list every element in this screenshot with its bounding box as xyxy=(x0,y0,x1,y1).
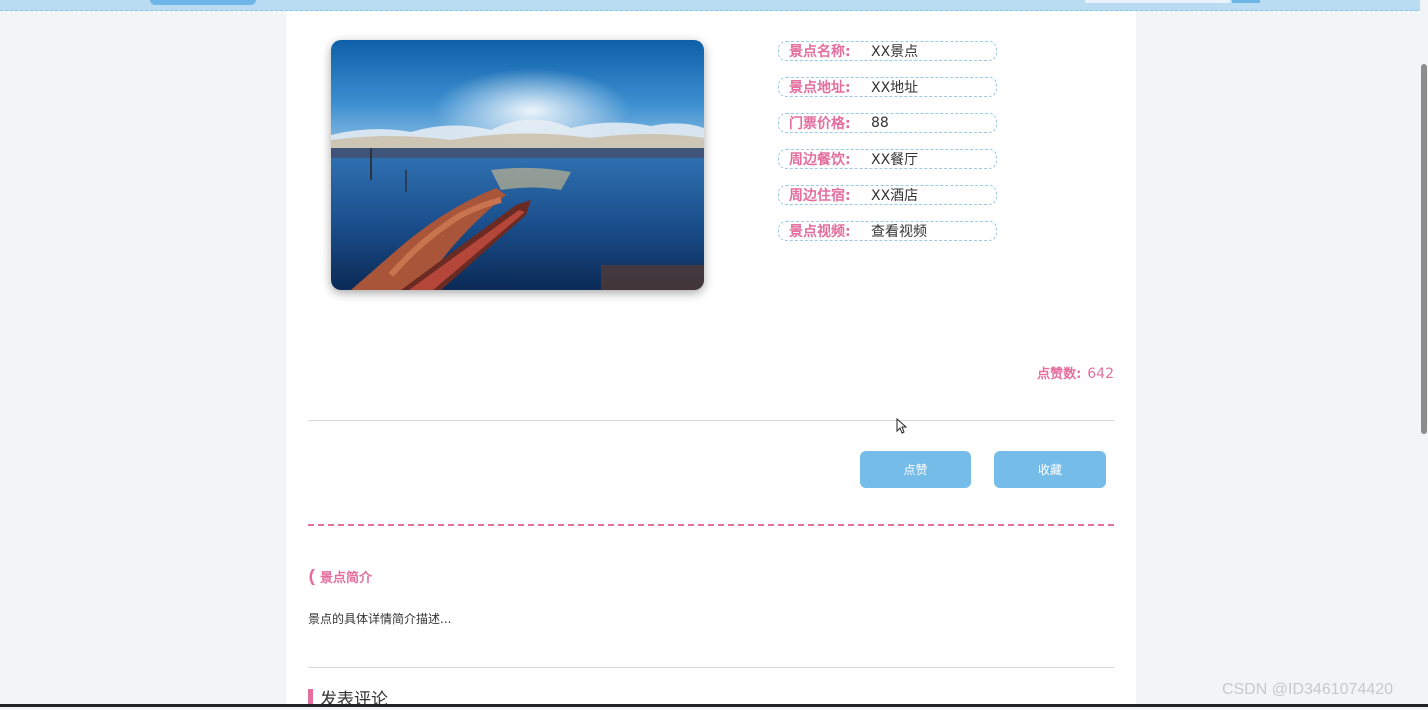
detail-row-dining: 周边餐饮: XX餐厅 xyxy=(778,149,997,169)
like-count: 点赞数: 642 xyxy=(1037,363,1114,382)
intro-section-header: 景点简介 xyxy=(308,567,372,586)
like-count-label: 点赞数: xyxy=(1037,367,1082,382)
intro-title: 景点简介 xyxy=(320,571,373,586)
detail-value: XX地址 xyxy=(871,80,919,96)
top-nav-bar xyxy=(0,0,1428,11)
detail-value: XX景点 xyxy=(871,44,919,60)
divider xyxy=(308,420,1114,421)
detail-row-address: 景点地址: XX地址 xyxy=(778,77,997,97)
scrollbar[interactable] xyxy=(1420,0,1428,707)
dashed-divider xyxy=(308,524,1114,526)
scenic-spot-photo xyxy=(331,40,704,290)
search-input[interactable] xyxy=(1085,0,1230,3)
search-button[interactable] xyxy=(1232,0,1260,3)
like-count-value: 642 xyxy=(1087,366,1114,382)
cursor-icon xyxy=(896,418,907,434)
view-video-link[interactable]: 查看视频 xyxy=(871,221,927,241)
detail-label: 门票价格: xyxy=(789,116,851,132)
lake-boat-image xyxy=(331,40,704,290)
detail-list: 景点名称: XX景点 景点地址: XX地址 门票价格: 88 周边餐饮: XX餐… xyxy=(778,41,997,257)
detail-label: 景点名称: xyxy=(789,44,851,60)
detail-label: 景点视频: xyxy=(789,224,851,240)
detail-label: 景点地址: xyxy=(789,80,851,96)
detail-panel: 景点名称: XX景点 景点地址: XX地址 门票价格: 88 周边餐饮: XX餐… xyxy=(286,11,1136,710)
detail-row-video[interactable]: 景点视频: 查看视频 xyxy=(778,221,997,241)
detail-row-price: 门票价格: 88 xyxy=(778,113,997,133)
detail-value: XX餐厅 xyxy=(871,152,919,168)
scrollbar-thumb[interactable] xyxy=(1421,64,1427,434)
detail-value: 88 xyxy=(871,115,889,131)
detail-label: 周边餐饮: xyxy=(789,152,851,168)
like-button[interactable]: 点赞 xyxy=(860,451,971,488)
active-tab-indicator[interactable] xyxy=(150,0,256,5)
detail-row-lodging: 周边住宿: XX酒店 xyxy=(778,185,997,205)
favorite-button[interactable]: 收藏 xyxy=(994,451,1106,488)
bracket-icon xyxy=(309,568,315,585)
intro-text: 景点的具体详情简介描述... xyxy=(308,612,452,626)
detail-row-name: 景点名称: XX景点 xyxy=(778,41,997,61)
detail-value: XX酒店 xyxy=(871,188,919,204)
watermark: CSDN @ID3461074420 xyxy=(1222,681,1394,698)
detail-label: 周边住宿: xyxy=(789,188,851,204)
divider xyxy=(308,667,1114,668)
